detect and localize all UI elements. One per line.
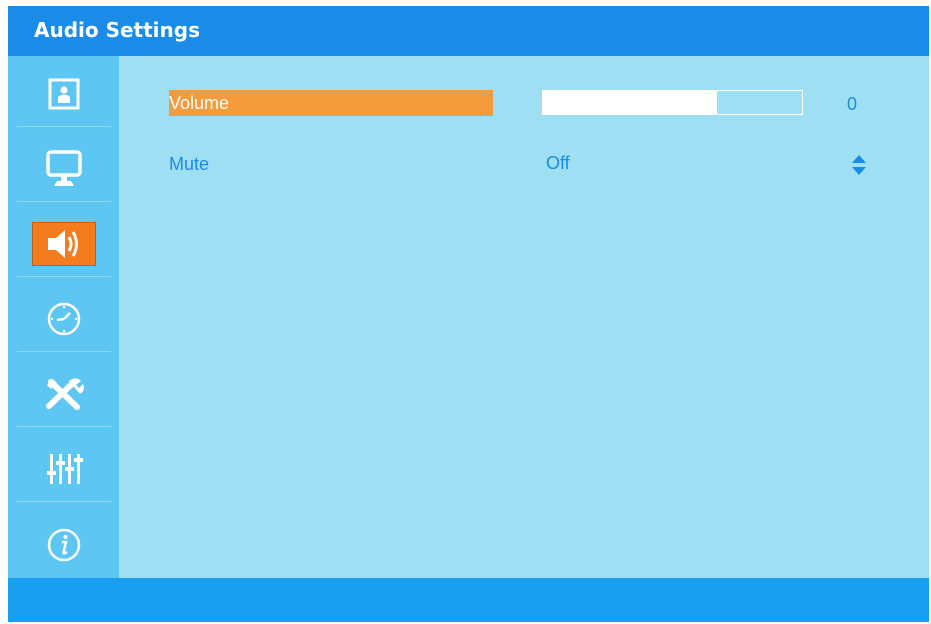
speaker-icon [48,230,78,258]
osd-menu: Audio Settings Volume 0 Mute Off [8,6,929,622]
menu-title: Audio Settings [34,18,200,42]
up-down-arrows-icon[interactable] [850,153,868,177]
volume-slider-fill [543,91,717,114]
mute-label[interactable]: Mute [169,154,209,175]
info-icon [47,528,81,561]
sidebar-item-display[interactable] [17,137,111,202]
footer-bar [8,578,929,622]
volume-label: Volume [169,93,230,113]
sidebar-item-timer[interactable] [17,287,111,352]
mute-value[interactable]: Off [546,153,570,174]
sliders-icon [47,454,83,484]
sidebar-item-picture[interactable] [17,62,111,127]
sidebar-item-adjust[interactable] [17,437,111,502]
clock-icon [47,302,81,336]
volume-slider[interactable] [542,90,803,115]
sidebar [8,56,119,578]
volume-row[interactable]: Volume [169,90,493,116]
sidebar-item-audio[interactable] [17,212,111,277]
picture-icon [48,78,80,110]
title-bar: Audio Settings [8,6,929,56]
sidebar-item-setup[interactable] [17,362,111,427]
volume-value: 0 [847,94,858,114]
settings-panel: Volume 0 Mute Off [119,56,929,578]
monitor-icon [46,150,82,186]
tools-icon [46,378,84,410]
sidebar-item-information[interactable] [17,512,111,577]
